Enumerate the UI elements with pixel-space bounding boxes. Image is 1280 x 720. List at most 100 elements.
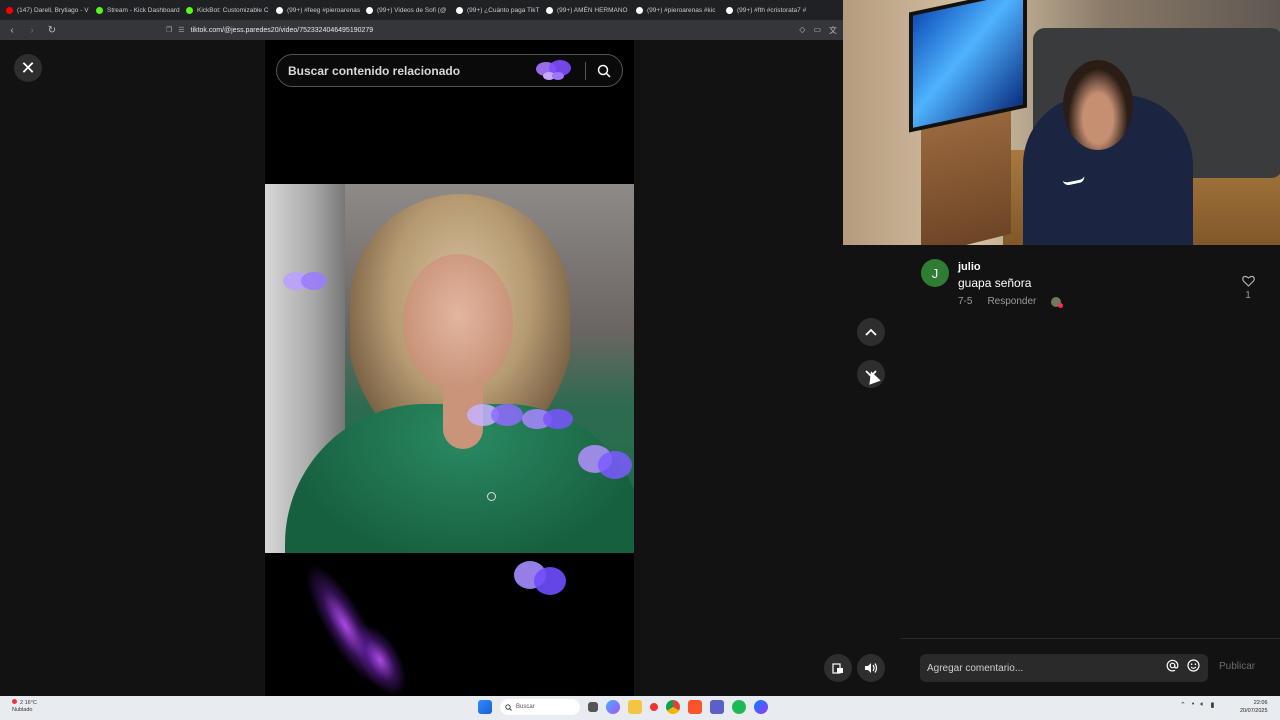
system-tray[interactable]: ⌃ • 🔈︎ ▮ (1180, 701, 1214, 709)
butterfly-sticker (283, 272, 327, 290)
browser-tab[interactable]: (99+) ¿Cuánto paga TikT (450, 0, 540, 20)
browser-tab-strip: (147) Darell, Brytiago - V Stream - Kick … (0, 0, 843, 20)
chrome-icon[interactable] (666, 700, 680, 714)
site-info-icon[interactable]: ☰ (178, 26, 184, 34)
close-icon: ✕ (20, 58, 36, 78)
tab-label: (99+) AMÉN HERMANO (557, 6, 628, 14)
browser-tab[interactable]: Stream - Kick Dashboard (90, 0, 180, 20)
forward-arrow-icon[interactable]: › (26, 25, 38, 36)
search-placeholder: Buscar contenido relacionado (288, 63, 461, 78)
reload-icon[interactable]: ↻ (46, 25, 58, 36)
comment-item: J julio guapa señora 7-5 Responder (921, 259, 1261, 308)
file-explorer-icon[interactable] (628, 700, 642, 714)
messenger-icon[interactable] (754, 700, 768, 714)
picture-in-picture-button[interactable] (824, 654, 852, 682)
browser-tab[interactable]: (147) Darell, Brytiago - V (0, 0, 90, 20)
reply-button[interactable]: Responder (987, 296, 1036, 307)
comment-username[interactable]: julio (958, 261, 1261, 273)
weather-widget[interactable]: 2 16°C Nublado (12, 699, 37, 714)
translate-icon[interactable]: 文 (829, 25, 837, 36)
comment-composer: Agregar comentario... Publicar (900, 638, 1280, 696)
video-player[interactable]: Buscar contenido relacionado (265, 40, 634, 705)
comment-like[interactable]: 1 (1241, 275, 1255, 301)
extension-icon[interactable]: ◇ (799, 25, 805, 36)
clock-time: 22:06 (1253, 700, 1268, 706)
windows-taskbar: 2 16°C Nublado Buscar ⌃ • 🔈︎ ▮ 22:06 20/… (0, 696, 1280, 720)
butterfly-sticker (522, 409, 573, 429)
temperature: 16°C (24, 700, 37, 706)
back-arrow-icon[interactable]: ‹ (6, 25, 18, 36)
pip-icon (832, 663, 843, 674)
tab-favicon-icon (96, 6, 103, 14)
browser-tab[interactable]: (99+) Videos de Sofi (@ (360, 0, 450, 20)
teams-icon[interactable] (710, 700, 724, 714)
video-frame-photo (265, 184, 634, 553)
browser-tab[interactable]: (99+) #feeg #pieroarenas (270, 0, 360, 20)
tab-favicon-icon (726, 6, 733, 14)
weather-condition: Nublado (12, 707, 33, 713)
search-icon (505, 703, 512, 711)
tab-favicon-icon (636, 6, 643, 14)
publish-button[interactable]: Publicar (1219, 661, 1255, 672)
butterfly-sticker (467, 404, 523, 426)
comment-text: guapa señora (958, 276, 1032, 290)
mention-icon[interactable] (1166, 659, 1179, 677)
clock-date: 20/07/2025 (1240, 708, 1268, 714)
comments-panel: J julio guapa señora 7-5 Responder 1 Agr… (900, 245, 1280, 696)
tab-favicon-icon (366, 6, 373, 14)
tab-favicon-icon (276, 6, 283, 14)
tab-label: (147) Darell, Brytiago - V (17, 6, 89, 14)
heart-icon (1241, 275, 1255, 287)
webcam-overlay (843, 0, 1280, 245)
tab-label: Stream - Kick Dashboard (107, 6, 180, 14)
chevron-up-icon (865, 328, 877, 336)
bookmark-icon[interactable]: ❐ (166, 26, 172, 34)
close-button[interactable]: ✕ (14, 54, 42, 82)
tab-favicon-icon (6, 6, 13, 14)
battery-icon[interactable]: ▮ (1211, 701, 1215, 709)
volume-icon (865, 663, 878, 673)
previous-video-button[interactable] (857, 318, 885, 346)
comment-input[interactable]: Agregar comentario... (920, 654, 1208, 682)
browser-tab[interactable]: (99+) #pieroarenas #kic (630, 0, 720, 20)
avatar[interactable]: J (921, 259, 949, 287)
search-icon[interactable] (586, 64, 622, 78)
tab-label: (99+) ¿Cuánto paga TikT (467, 6, 540, 14)
volume-icon[interactable]: 🔈︎ (1200, 701, 1204, 709)
browser-tab[interactable]: (99+) AMÉN HERMANO (540, 0, 630, 20)
notification-count: 2 (20, 700, 24, 706)
task-view-icon[interactable] (588, 702, 598, 712)
windows-start-icon[interactable] (478, 700, 492, 714)
app-icon[interactable] (650, 703, 658, 711)
butterfly-icon (533, 59, 573, 83)
tab-favicon-icon (456, 6, 463, 14)
microphone-icon[interactable]: • (1192, 701, 1194, 709)
spotify-icon[interactable] (732, 700, 746, 714)
system-clock[interactable]: 22:06 20/07/2025 (1240, 699, 1268, 715)
related-search-bar[interactable]: Buscar contenido relacionado (276, 54, 623, 87)
chevron-up-icon[interactable]: ⌃ (1180, 701, 1186, 709)
like-count: 1 (1245, 290, 1251, 301)
browser-tab[interactable]: (99+) #fth #cristorata7 # (720, 0, 810, 20)
url-field[interactable]: ❐ ☰ tiktok.com/@jess.paredes20/video/752… (66, 22, 791, 38)
cast-icon[interactable]: ▭ (813, 25, 821, 36)
comment-input-placeholder: Agregar comentario... (927, 662, 1024, 674)
butterfly-sticker (514, 561, 566, 595)
url-text: tiktok.com/@jess.paredes20/video/7523324… (190, 26, 374, 34)
volume-button[interactable] (857, 654, 885, 682)
tab-label: (99+) #fth #cristorata7 # (737, 6, 807, 14)
progress-dot (487, 492, 496, 501)
creator-liked-icon (1051, 296, 1064, 308)
browser-tab[interactable]: KickBot: Customizable C (180, 0, 270, 20)
brave-icon[interactable] (688, 700, 702, 714)
tab-favicon-icon (546, 6, 553, 14)
comment-date: 7-5 (958, 296, 973, 307)
tiktok-viewer: ✕ Buscar contenido relacionado (0, 40, 900, 705)
tab-label: (99+) #feeg #pieroarenas (287, 6, 360, 14)
copilot-icon[interactable] (606, 700, 620, 714)
tab-label: KickBot: Customizable C (197, 6, 269, 14)
tab-label: (99+) #pieroarenas #kic (647, 6, 716, 14)
emoji-icon[interactable] (1187, 659, 1200, 677)
butterfly-sticker (578, 445, 632, 479)
taskbar-search[interactable]: Buscar (500, 699, 580, 715)
